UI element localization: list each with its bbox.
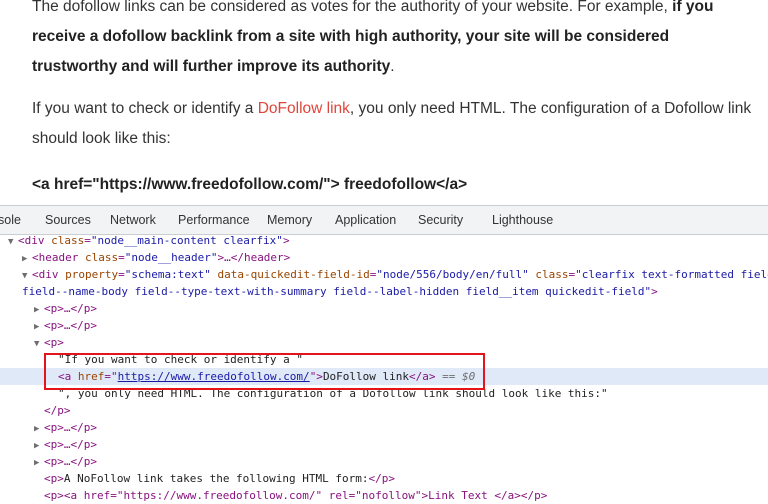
tab-sources[interactable]: Sources: [45, 213, 91, 227]
tab-security[interactable]: Security: [418, 213, 463, 227]
tab-memory[interactable]: Memory: [267, 213, 312, 227]
dom-node-p[interactable]: ▶ <p>…</p>: [34, 436, 97, 453]
tab-lighthouse[interactable]: Lighthouse: [492, 213, 553, 227]
collapse-triangle-icon[interactable]: ▼: [34, 336, 44, 353]
dom-text-node[interactable]: "If you want to check or identify a ": [58, 351, 303, 368]
dom-node-header[interactable]: ▶ <header class="node__header">…</header>: [22, 249, 290, 266]
tab-performance[interactable]: Performance: [178, 213, 250, 227]
dom-node-main-content[interactable]: ▼ <div class="node__main-content clearfix…: [8, 232, 290, 249]
selected-node-indicator: == $0: [442, 370, 476, 383]
dofollow-link[interactable]: DoFollow link: [258, 100, 350, 117]
dom-node-anchor-selected[interactable]: <a href="https://www.freedofollow.com/">…: [0, 368, 768, 385]
tab-application[interactable]: Application: [335, 213, 396, 227]
devtools-tab-bar: sole Sources Network Performance Memory …: [0, 206, 768, 235]
collapse-triangle-icon[interactable]: ▼: [8, 234, 18, 251]
dom-node-p-nofollow-example[interactable]: <p><a href="https://www.freedofollow.com…: [44, 487, 547, 504]
dom-node-p-nofollow[interactable]: <p>A NoFollow link takes the following H…: [44, 470, 395, 487]
expand-triangle-icon[interactable]: ▶: [34, 455, 44, 472]
dom-node-body-field-cont: field--name-body field--type-text-with-s…: [22, 285, 658, 298]
dom-node-p[interactable]: ▶ <p>…</p>: [34, 419, 97, 436]
paragraph-text: If you want to check or identify a: [32, 100, 258, 117]
dom-node-p-close: </p>: [44, 404, 71, 417]
paragraph-dofollow-votes: The dofollow links can be considered as …: [32, 0, 752, 82]
paragraph-text: The dofollow links can be considered as …: [32, 0, 673, 15]
devtools-panel: sole Sources Network Performance Memory …: [0, 205, 768, 502]
dom-node-body-field[interactable]: ▼ <div property="schema:text" data-quicke…: [22, 266, 768, 283]
dom-node-p[interactable]: ▶ <p>…</p>: [34, 453, 97, 470]
tab-network[interactable]: Network: [110, 213, 156, 227]
paragraph-check-dofollow: If you want to check or identify a DoFol…: [32, 94, 752, 154]
dom-node-p[interactable]: ▶ <p>…</p>: [34, 317, 97, 334]
dom-node-p-expanded[interactable]: ▼ <p>: [34, 334, 64, 351]
dom-node-p[interactable]: ▶ <p>…</p>: [34, 300, 97, 317]
dom-text-node[interactable]: ", you only need HTML. The configuration…: [58, 385, 608, 402]
code-example: <a href="https://www.freedofollow.com/">…: [32, 176, 468, 193]
article-content: The dofollow links can be considered as …: [0, 0, 768, 205]
href-link[interactable]: https://www.freedofollow.com/: [118, 370, 310, 383]
tab-console[interactable]: sole: [0, 213, 21, 227]
paragraph-end: .: [390, 58, 395, 75]
